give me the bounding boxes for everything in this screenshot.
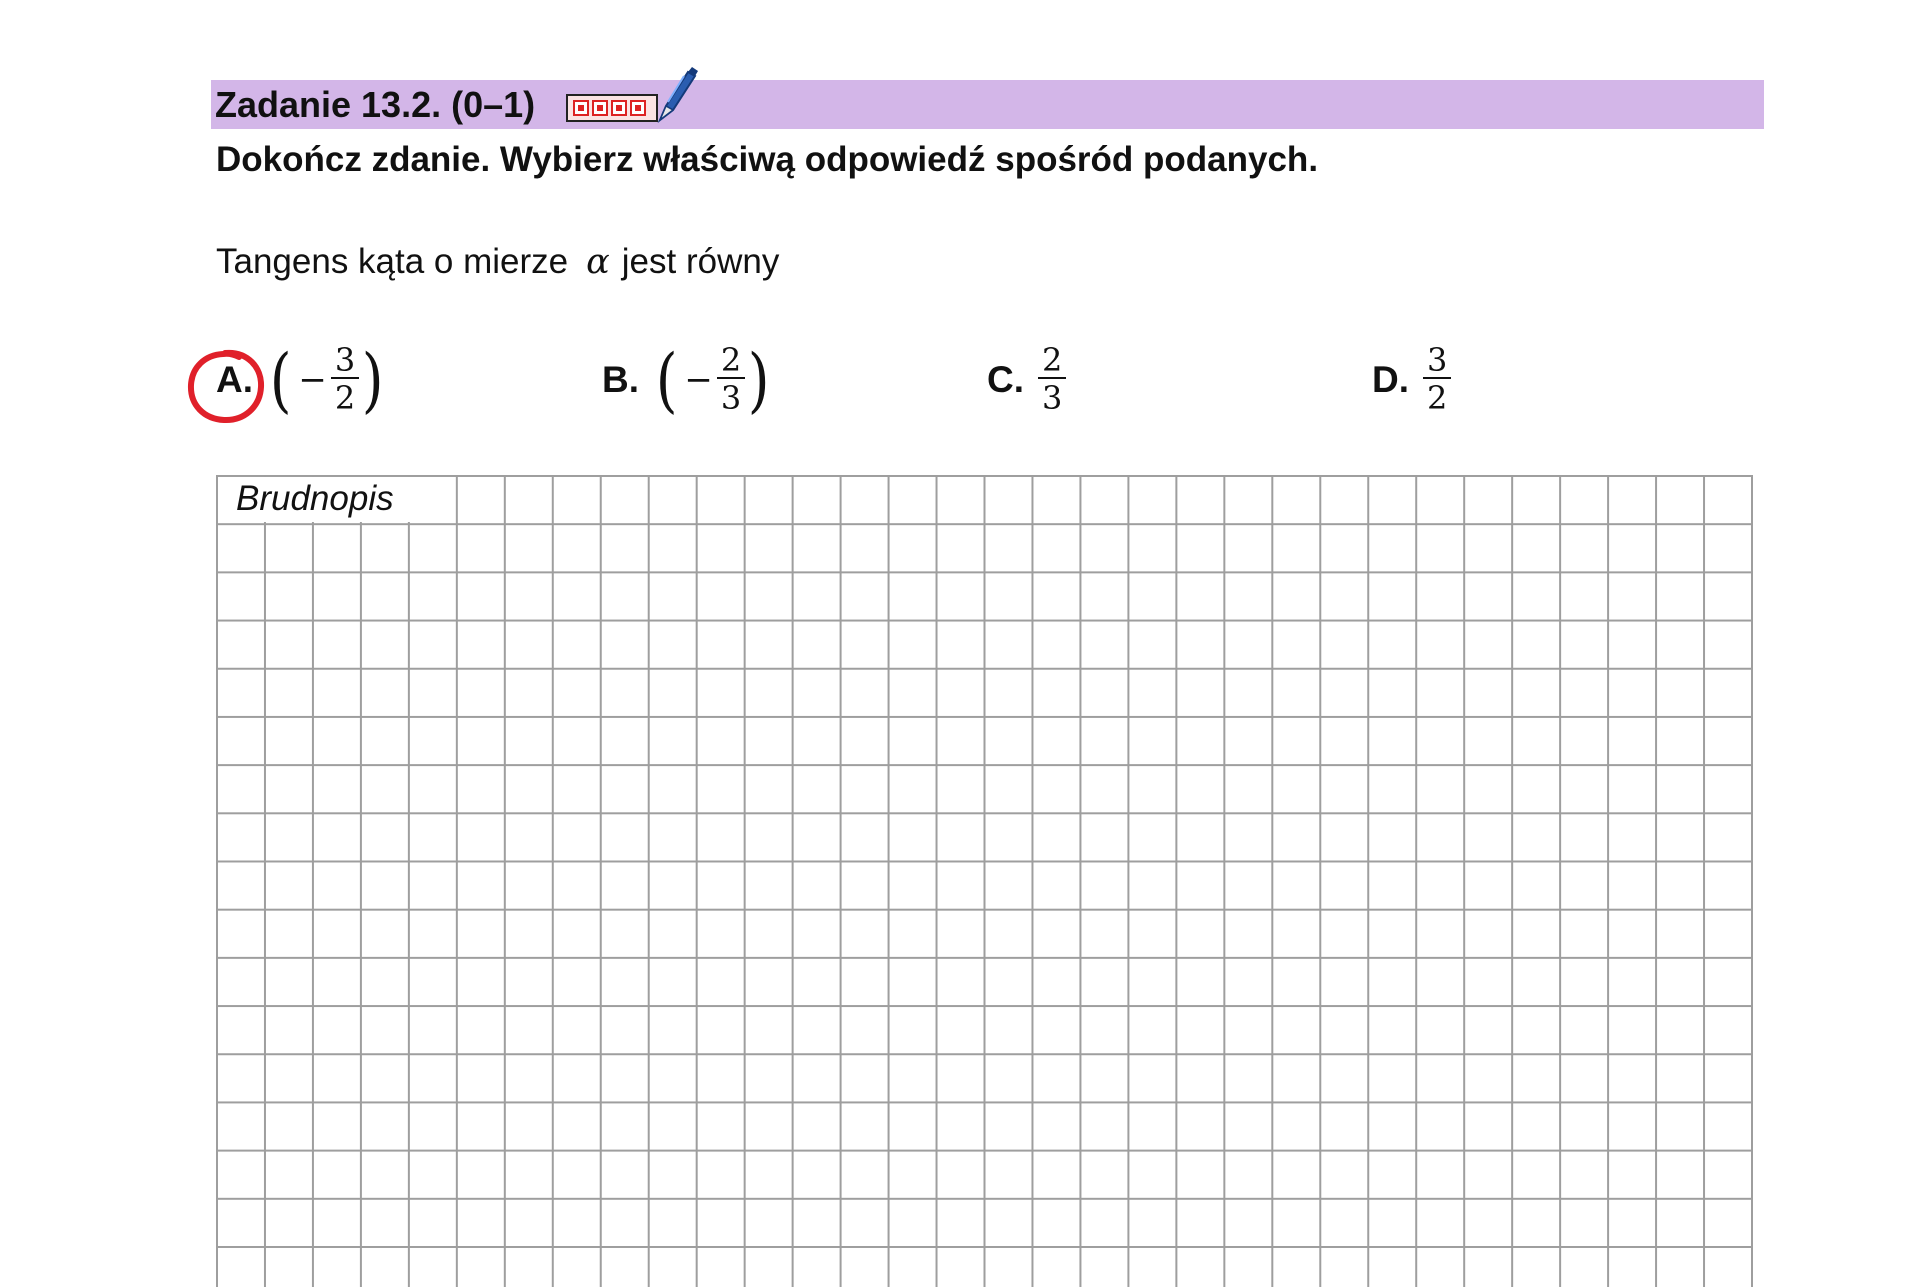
numerator: 2 (1038, 343, 1067, 379)
scratchpad-label: Brudnopis (218, 477, 455, 522)
option-c[interactable]: C. 2 3 (987, 340, 1067, 420)
denominator: 2 (334, 379, 356, 417)
option-c-letter: C. (987, 359, 1024, 400)
question-text: Tangens kąta o mierze α jest równy (216, 240, 779, 284)
denominator: 3 (1042, 379, 1063, 417)
option-d-letter: D. (1372, 359, 1409, 400)
numerator: 3 (1423, 343, 1452, 379)
question-text-start: Tangens kąta o mierze (216, 242, 569, 281)
scratchpad-grid[interactable]: Brudnopis (216, 475, 1753, 1287)
minus-sign: − (684, 360, 713, 400)
fraction: 2 3 (1038, 343, 1067, 417)
task-title: Zadanie 13.2. (0–1) (215, 84, 536, 125)
option-b[interactable]: B. ( − 2 3 ) (602, 340, 772, 420)
option-c-value: 2 3 (1038, 343, 1067, 417)
close-paren: ) (747, 339, 770, 421)
question-text-end: jest równy (621, 242, 780, 281)
denominator: 3 (720, 379, 742, 417)
pen-icon (657, 67, 698, 124)
task-instruction: Dokończ zdanie. Wybierz właściwą odpowie… (216, 140, 1319, 179)
option-b-value: ( − 2 3 ) (653, 343, 772, 417)
option-b-letter: B. (602, 359, 639, 400)
option-a[interactable]: A. ( − 3 2 ) (216, 340, 386, 420)
close-paren: ) (361, 339, 384, 421)
option-d-value: 3 2 (1423, 343, 1452, 417)
numerator: 2 (716, 343, 746, 379)
option-a-value: ( − 3 2 ) (267, 343, 386, 417)
fraction: 2 3 (716, 343, 746, 417)
option-a-letter: A. (216, 359, 253, 400)
open-paren: ( (655, 339, 678, 421)
open-paren: ( (269, 339, 292, 421)
fraction: 3 2 (1423, 343, 1452, 417)
fraction: 3 2 (330, 343, 360, 417)
numerator: 3 (330, 343, 360, 379)
option-d[interactable]: D. 3 2 (1372, 340, 1452, 420)
alpha-symbol: α (586, 242, 610, 282)
hand-gesture-icon (566, 94, 658, 122)
denominator: 2 (1427, 379, 1448, 417)
minus-sign: − (298, 360, 327, 400)
